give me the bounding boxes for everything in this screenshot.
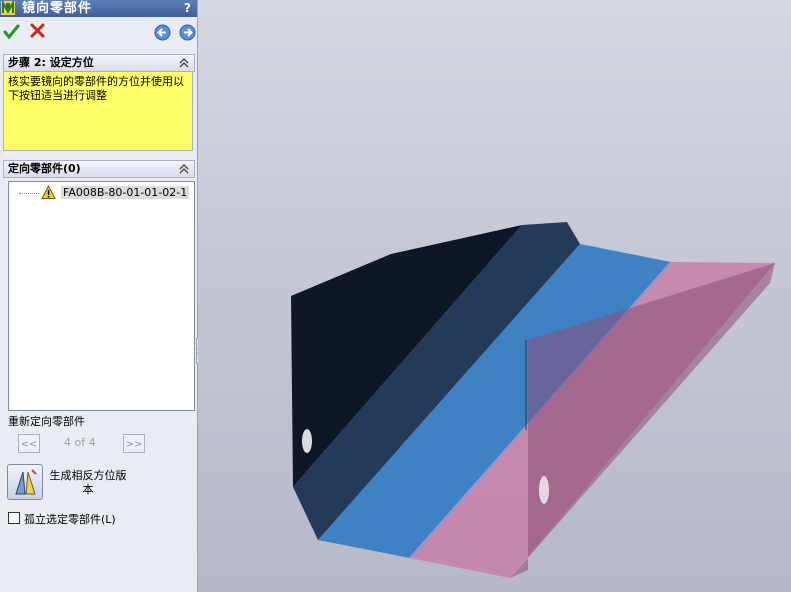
page-counter: 4 of 4 xyxy=(64,436,96,449)
action-toolbar xyxy=(0,17,197,47)
property-manager-panel: 镜向零部件 ? 步骤 2: 设定方位 核实要镜向的零部件的方位并使用以下按钮适当… xyxy=(0,0,198,592)
forward-arrow-icon[interactable] xyxy=(179,24,196,41)
step-section-header[interactable]: 步骤 2: 设定方位 xyxy=(3,54,195,72)
step-message: 核实要镜向的零部件的方位并使用以下按钮适当进行调整 xyxy=(3,72,193,151)
checkmark-icon[interactable] xyxy=(3,23,20,40)
prev-button[interactable]: << xyxy=(18,434,40,453)
warning-icon xyxy=(41,185,56,199)
step-title: 步骤 2: 设定方位 xyxy=(8,56,94,69)
tree-connector xyxy=(19,193,39,194)
list-item-label: FA008B-80-01-01-02-1 xyxy=(61,186,190,199)
mirror-hole xyxy=(539,476,549,504)
isolate-label[interactable]: 孤立选定零部件(L) xyxy=(24,511,116,527)
collapse-chevron-icon[interactable] xyxy=(178,161,190,177)
create-opposite-button[interactable] xyxy=(7,464,43,500)
part-hole xyxy=(302,429,312,453)
help-button[interactable]: ? xyxy=(184,0,191,17)
orient-section-header[interactable]: 定向零部件(0) xyxy=(3,160,195,178)
opposite-hand-icon xyxy=(15,469,37,495)
title-bar: 镜向零部件 ? xyxy=(0,0,197,17)
isolate-checkbox[interactable] xyxy=(8,512,20,524)
back-arrow-icon[interactable] xyxy=(154,24,171,41)
cross-icon[interactable] xyxy=(30,23,45,38)
window-title: 镜向零部件 xyxy=(22,1,93,16)
next-button[interactable]: >> xyxy=(123,434,145,453)
orient-title: 定向零部件(0) xyxy=(8,162,81,175)
graphics-viewport[interactable] xyxy=(198,0,791,592)
create-opposite-label: 生成相反方位版本 xyxy=(49,469,127,496)
collapse-chevron-icon[interactable] xyxy=(178,55,190,71)
mirror-component-icon xyxy=(1,1,15,15)
component-list[interactable]: FA008B-80-01-01-02-1 xyxy=(8,181,195,411)
mirrored-part-model[interactable] xyxy=(198,0,791,592)
reorient-label: 重新定向零部件 xyxy=(8,415,85,428)
